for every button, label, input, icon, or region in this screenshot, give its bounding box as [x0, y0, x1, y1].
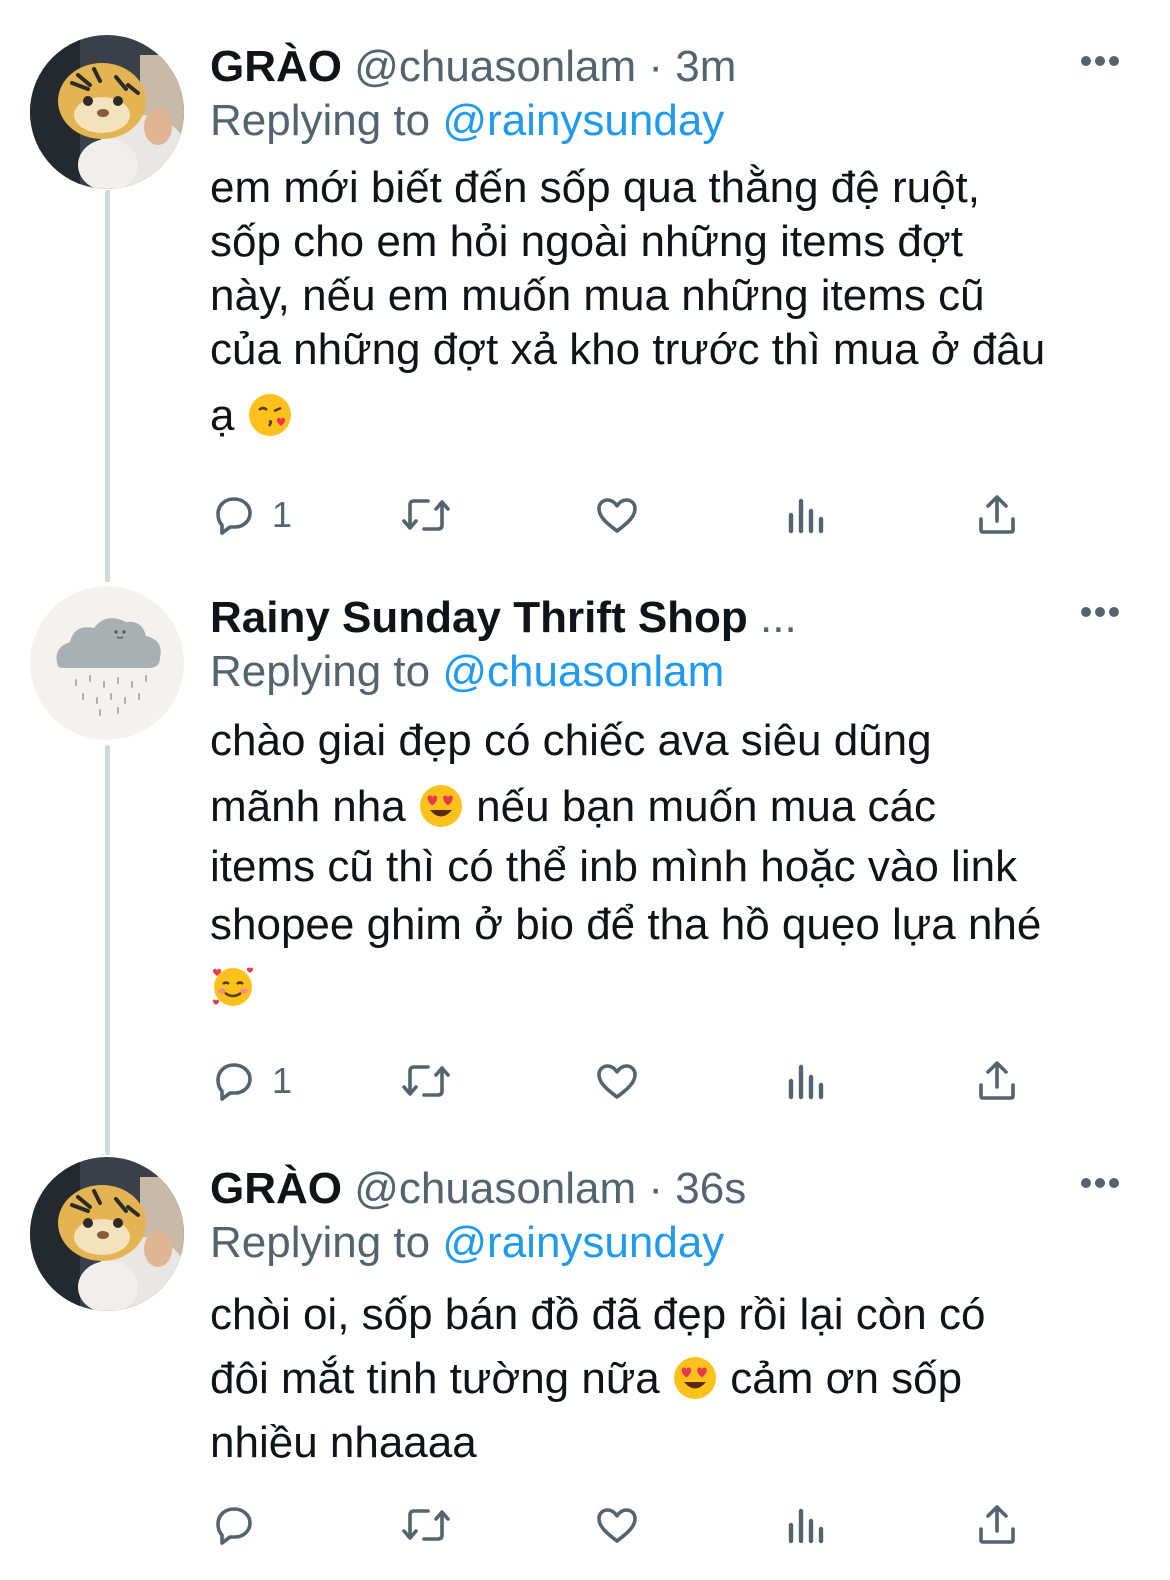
text-line-part: ạ — [210, 391, 235, 440]
like-icon — [597, 1064, 637, 1099]
kissing-heart-emoji — [247, 392, 293, 438]
text-line-part: mãnh nha — [210, 782, 406, 831]
replying-to: Replying to @rainysunday — [210, 1215, 724, 1271]
tweet-header: GRÀO @chuasonlam · 36s — [210, 1161, 1050, 1217]
tiger-avatar-image — [30, 1157, 184, 1311]
avatar[interactable] — [30, 586, 184, 740]
tweet-text: chào giai đẹp có chiếc ava siêu dũng mãn… — [210, 712, 1130, 1016]
like-button[interactable] — [592, 1051, 642, 1111]
share-button[interactable] — [973, 1051, 1021, 1111]
avatar[interactable] — [30, 1157, 184, 1311]
avatar[interactable] — [30, 35, 184, 189]
replying-to: Replying to @chuasonlam — [210, 644, 724, 700]
retweet-button[interactable] — [398, 485, 454, 545]
text-line: của những đợt xả kho trước thì mua ở đâu — [210, 325, 1046, 374]
retweet-icon — [402, 1509, 450, 1541]
text-line: đôi mắt tinh tường nữa cảm ơn sốp — [210, 1347, 1130, 1411]
text-line: chào giai đẹp có chiếc ava siêu dũng — [210, 716, 932, 765]
analytics-icon — [788, 1508, 824, 1544]
retweet-button[interactable] — [398, 1495, 454, 1555]
analytics-button[interactable] — [785, 485, 829, 545]
text-line-part: cảm ơn sốp — [730, 1354, 963, 1403]
share-icon — [979, 495, 1015, 534]
reply-count: 1 — [272, 1060, 293, 1101]
thread-line — [105, 745, 110, 1155]
reply-button[interactable]: 1 — [210, 485, 292, 545]
like-button[interactable] — [592, 1495, 642, 1555]
tweet-text: chòi oi, sốp bán đồ đã đẹp rồi lại còn c… — [210, 1283, 1130, 1475]
timestamp[interactable]: 36s — [675, 1164, 746, 1213]
share-icon — [979, 1061, 1015, 1100]
like-icon — [597, 1508, 637, 1543]
reply-icon — [216, 497, 252, 535]
retweet-button[interactable] — [398, 1051, 454, 1111]
text-line: này, nếu em muốn mua những items cũ — [210, 271, 985, 320]
heart-eyes-emoji — [672, 1355, 718, 1401]
separator-dot: · — [648, 1164, 664, 1213]
more-options-icon[interactable] — [1080, 606, 1120, 626]
name-truncation: ... — [760, 593, 797, 642]
replying-prefix: Replying to — [210, 647, 431, 696]
analytics-icon — [788, 1064, 824, 1100]
action-bar — [210, 1495, 1040, 1555]
text-line: chòi oi, sốp bán đồ đã đẹp rồi lại còn c… — [210, 1290, 986, 1339]
analytics-icon — [788, 498, 824, 534]
separator-dot: · — [648, 42, 664, 91]
tiger-avatar-image — [30, 35, 184, 189]
tweet-header: Rainy Sunday Thrift Shop ... — [210, 590, 1050, 646]
action-bar: 1 — [210, 485, 1040, 545]
reply-button[interactable]: 1 — [210, 1051, 292, 1111]
replying-prefix: Replying to — [210, 1218, 431, 1267]
text-line: sốp cho em hỏi ngoài những items đợt — [210, 217, 963, 266]
text-line-part: đôi mắt tinh tường nữa — [210, 1354, 660, 1403]
reply-count: 1 — [272, 494, 293, 535]
like-icon — [597, 498, 637, 533]
mention-link[interactable]: @rainysunday — [442, 96, 724, 145]
smiling-hearts-emoji — [210, 963, 256, 1009]
more-options-icon[interactable] — [1080, 1177, 1120, 1197]
share-button[interactable] — [973, 485, 1021, 545]
retweet-icon — [402, 1065, 450, 1097]
replying-to: Replying to @rainysunday — [210, 93, 724, 149]
heart-eyes-emoji — [418, 783, 464, 829]
mention-link[interactable]: @chuasonlam — [442, 647, 724, 696]
timestamp[interactable]: 3m — [675, 42, 736, 91]
like-button[interactable] — [592, 485, 642, 545]
action-bar: 1 — [210, 1051, 1040, 1111]
reply-icon — [216, 1507, 252, 1545]
text-line: nhiều nhaaaa — [210, 1418, 477, 1467]
text-line — [210, 958, 1130, 1016]
user-handle[interactable]: @chuasonlam — [354, 1164, 636, 1213]
reply-icon — [216, 1063, 252, 1101]
replying-prefix: Replying to — [210, 96, 431, 145]
more-options-icon[interactable] — [1080, 55, 1120, 75]
text-line: items cũ thì có thể inb mình hoặc vào li… — [210, 842, 1018, 891]
thread-line — [105, 190, 110, 582]
text-line: ạ — [210, 389, 1130, 443]
user-handle[interactable]: @chuasonlam — [354, 42, 636, 91]
analytics-button[interactable] — [785, 1495, 829, 1555]
reply-button[interactable] — [210, 1495, 272, 1555]
share-button[interactable] — [973, 1495, 1021, 1555]
display-name[interactable]: GRÀO — [210, 1164, 342, 1213]
text-line: em mới biết đến sốp qua thằng đệ ruột, — [210, 163, 980, 212]
rain-cloud-avatar-image — [30, 586, 184, 740]
mention-link[interactable]: @rainysunday — [442, 1218, 724, 1267]
analytics-button[interactable] — [785, 1051, 829, 1111]
text-line: mãnh nha nếu bạn muốn mua các — [210, 778, 1130, 836]
tweet-header: GRÀO @chuasonlam · 3m — [210, 39, 1050, 95]
display-name[interactable]: Rainy Sunday Thrift Shop — [210, 593, 748, 642]
display-name[interactable]: GRÀO — [210, 42, 342, 91]
text-line-part: nếu bạn muốn mua các — [476, 782, 937, 831]
retweet-icon — [402, 499, 450, 531]
tweet-text: em mới biết đến sốp qua thằng đệ ruột, s… — [210, 161, 1130, 443]
text-line: shopee ghim ở bio để tha hồ quẹo lựa nhé — [210, 900, 1042, 949]
share-icon — [979, 1505, 1015, 1544]
